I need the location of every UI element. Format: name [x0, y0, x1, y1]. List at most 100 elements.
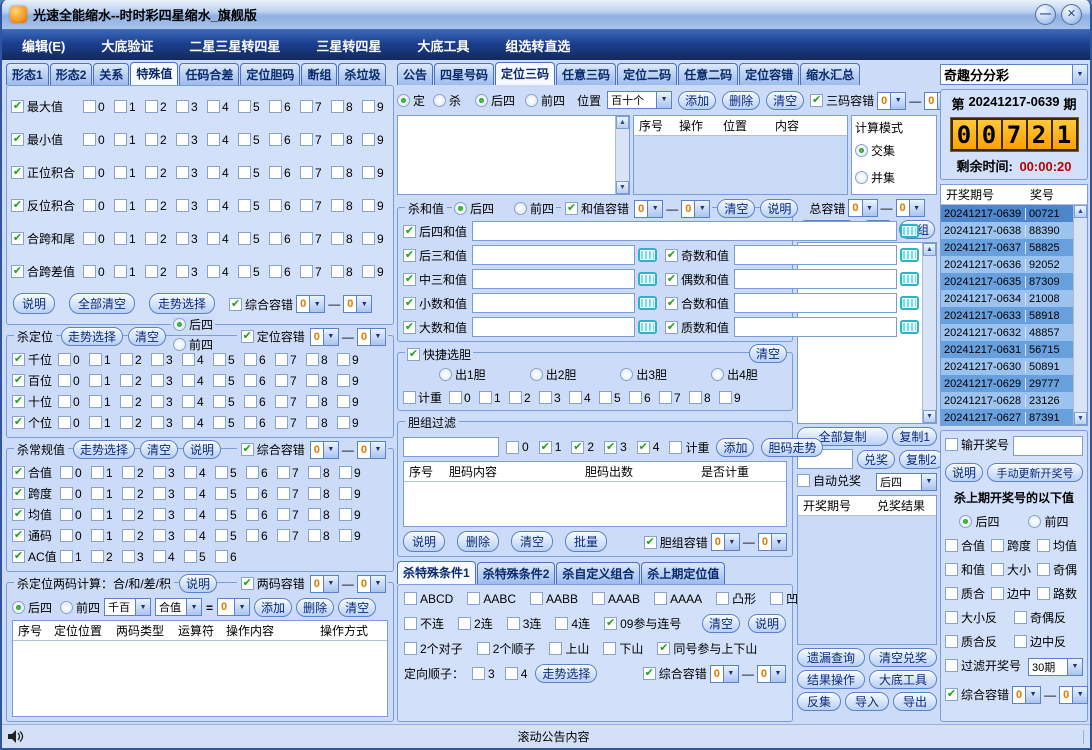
- condition-checkbox[interactable]: 上山: [549, 640, 589, 657]
- digit-checkbox[interactable]: 1: [91, 529, 122, 543]
- dan-filter-table-body[interactable]: [404, 482, 786, 526]
- help-button[interactable]: 说明: [13, 293, 55, 314]
- filter-draws-checkbox[interactable]: 过滤开奖号: [945, 657, 1021, 674]
- condition-checkbox[interactable]: 2连: [458, 615, 493, 632]
- digit-checkbox[interactable]: 5: [215, 508, 246, 522]
- digit-checkbox[interactable]: 3: [151, 374, 182, 388]
- digit-checkbox[interactable]: 1: [60, 550, 91, 564]
- clear-button[interactable]: 清空: [702, 614, 740, 633]
- tolerance-from-dropdown[interactable]: 0▼: [310, 441, 339, 459]
- digit-checkbox[interactable]: 6: [269, 133, 300, 147]
- digit-checkbox[interactable]: 2: [145, 232, 176, 246]
- tolerance-checkbox[interactable]: 胆组容错: [644, 534, 708, 551]
- digit-checkbox[interactable]: 0: [83, 199, 114, 213]
- digit-checkbox[interactable]: 8: [308, 508, 339, 522]
- row-enable-checkbox[interactable]: 合值: [12, 464, 58, 481]
- digit-checkbox[interactable]: 2: [122, 508, 153, 522]
- digit-checkbox[interactable]: 2: [122, 466, 153, 480]
- scroll-up-button[interactable]: ▲: [1074, 205, 1087, 218]
- menu-item[interactable]: 大底工具: [417, 36, 469, 55]
- digit-checkbox[interactable]: 7: [300, 100, 331, 114]
- digit-checkbox[interactable]: 7: [300, 265, 331, 279]
- digit-checkbox[interactable]: 7: [277, 508, 308, 522]
- digit-checkbox[interactable]: 7: [277, 529, 308, 543]
- condition-checkbox[interactable]: 4: [505, 667, 528, 681]
- missing-query-button[interactable]: 遗漏查询: [797, 648, 865, 667]
- row-enable-checkbox[interactable]: 千位: [12, 351, 56, 368]
- condition-checkbox[interactable]: 09参与连号: [604, 615, 681, 632]
- sum-enable-checkbox[interactable]: 合数和值: [665, 295, 731, 312]
- row-enable-checkbox[interactable]: 跨度: [12, 485, 58, 502]
- kill-inverse-checkbox[interactable]: 奇偶反: [1014, 609, 1083, 626]
- digit-checkbox[interactable]: 0: [83, 100, 114, 114]
- digit-checkbox[interactable]: 2: [145, 199, 176, 213]
- menu-item[interactable]: 二星三星转四星: [189, 36, 280, 55]
- digit-checkbox[interactable]: 9: [339, 529, 370, 543]
- type-dropdown[interactable]: 合值▼: [155, 598, 202, 616]
- menu-item[interactable]: 三星转四星: [316, 36, 381, 55]
- table-row[interactable]: 20241217-063888390: [941, 222, 1073, 239]
- digit-checkbox[interactable]: 1: [91, 487, 122, 501]
- tab-item[interactable]: 缩水汇总: [800, 63, 860, 85]
- keyboard-icon[interactable]: [638, 272, 657, 286]
- digit-checkbox[interactable]: 4: [207, 199, 238, 213]
- digit-checkbox[interactable]: 5: [238, 100, 269, 114]
- digit-checkbox[interactable]: 8: [331, 133, 362, 147]
- row-enable-checkbox[interactable]: 个位: [12, 414, 56, 431]
- sum-enable-checkbox[interactable]: 后四和值: [403, 223, 469, 240]
- range-dropdown[interactable]: 后四▼: [876, 473, 937, 491]
- table-row[interactable]: 20241217-063358918: [941, 307, 1073, 324]
- digit-checkbox[interactable]: 5: [184, 550, 215, 564]
- three-code-table-body[interactable]: [634, 136, 847, 194]
- digit-checkbox[interactable]: 1: [89, 353, 120, 367]
- sum-value-input[interactable]: [734, 317, 897, 337]
- kill-inverse-checkbox[interactable]: 质合反: [945, 633, 1014, 650]
- row-enable-checkbox[interactable]: 均值: [12, 506, 58, 523]
- digit-checkbox[interactable]: 1: [114, 100, 145, 114]
- digit-checkbox[interactable]: 3: [176, 100, 207, 114]
- kill-inverse-checkbox[interactable]: 边中反: [1014, 633, 1083, 650]
- condition-checkbox[interactable]: 2个顺子: [477, 640, 536, 657]
- table-row[interactable]: 20241217-063248857: [941, 324, 1073, 341]
- condition-checkbox[interactable]: 凸形: [716, 590, 756, 607]
- row-enable-checkbox[interactable]: 最大值: [11, 98, 81, 115]
- condition-checkbox[interactable]: AABC: [467, 592, 516, 606]
- digit-checkbox[interactable]: 0: [83, 133, 114, 147]
- digit-checkbox[interactable]: 4: [207, 100, 238, 114]
- digit-checkbox[interactable]: 5: [238, 265, 269, 279]
- tab-item[interactable]: 任意二码: [678, 63, 738, 85]
- digit-checkbox[interactable]: 3: [151, 395, 182, 409]
- trend-select-button[interactable]: 走势选择: [149, 293, 215, 314]
- sum-value-input[interactable]: [472, 221, 897, 241]
- condition-checkbox[interactable]: ABCD: [404, 592, 453, 606]
- digit-checkbox[interactable]: 3: [604, 439, 627, 456]
- tolerance-to-dropdown[interactable]: 0▼: [681, 200, 710, 218]
- tolerance-to-dropdown[interactable]: 0▼: [1059, 686, 1088, 704]
- condition-checkbox[interactable]: 2个对子: [404, 640, 463, 657]
- digit-checkbox[interactable]: 4: [182, 416, 213, 430]
- digit-checkbox[interactable]: 5: [599, 391, 629, 405]
- digit-checkbox[interactable]: 4: [569, 391, 599, 405]
- scrollbar[interactable]: ▲▼: [1073, 205, 1087, 425]
- digit-checkbox[interactable]: 4: [207, 166, 238, 180]
- three-code-textarea[interactable]: [398, 116, 615, 194]
- trend-select-button[interactable]: 走势选择: [535, 664, 597, 683]
- digit-checkbox[interactable]: 4: [184, 508, 215, 522]
- digit-checkbox[interactable]: 8: [306, 374, 337, 388]
- input-draw-checkbox[interactable]: 输开奖号: [945, 436, 1009, 453]
- tolerance-from-dropdown[interactable]: 0▼: [296, 295, 325, 313]
- clear-button[interactable]: 清空: [717, 199, 755, 218]
- digit-checkbox[interactable]: 1: [114, 133, 145, 147]
- radio[interactable]: 并集: [855, 169, 933, 186]
- digit-checkbox[interactable]: 7: [275, 374, 306, 388]
- row-enable-checkbox[interactable]: 通码: [12, 527, 58, 544]
- digit-checkbox[interactable]: 2: [145, 133, 176, 147]
- tab-item[interactable]: 四星号码: [434, 63, 494, 85]
- digit-checkbox[interactable]: 4: [184, 466, 215, 480]
- digit-checkbox[interactable]: 0: [60, 508, 91, 522]
- sum-enable-checkbox[interactable]: 质数和值: [665, 319, 731, 336]
- keyboard-icon[interactable]: [900, 224, 919, 238]
- digit-checkbox[interactable]: 3: [151, 416, 182, 430]
- digit-checkbox[interactable]: 3: [153, 466, 184, 480]
- digit-checkbox[interactable]: 6: [629, 391, 659, 405]
